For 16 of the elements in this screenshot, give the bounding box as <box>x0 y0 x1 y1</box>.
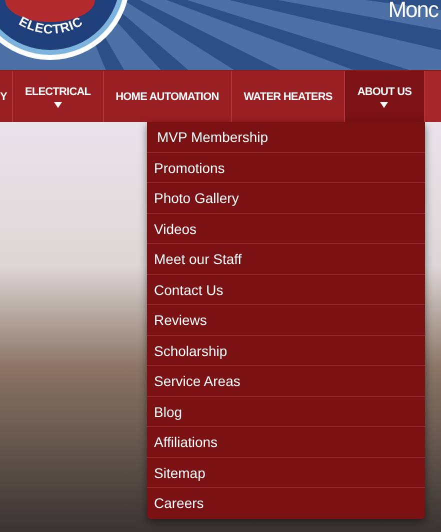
nav-tab[interactable]: ABOUT US <box>345 71 425 122</box>
menu-item[interactable]: Scholarship <box>147 336 425 366</box>
menu-item[interactable]: Promotions <box>147 152 425 183</box>
menu-item[interactable]: Service Areas <box>147 366 425 396</box>
menu-item[interactable]: Sitemap <box>147 458 425 488</box>
menu-item[interactable]: Affiliations <box>147 427 425 458</box>
menu-item[interactable]: Meet our Staff <box>147 244 425 274</box>
menu-item[interactable]: Photo Gallery <box>147 183 425 214</box>
menu-item[interactable]: Videos <box>147 214 425 244</box>
menu-item[interactable]: Reviews <box>147 305 425 336</box>
menu-item[interactable]: Careers <box>147 488 425 518</box>
menu-item[interactable]: Blog <box>147 396 425 427</box>
menu-item[interactable]: MVP Membership <box>147 122 425 152</box>
nav-bar-segment <box>424 71 441 122</box>
menu-item[interactable]: Contact Us <box>147 274 425 305</box>
header-tagline: Monc <box>388 0 438 22</box>
